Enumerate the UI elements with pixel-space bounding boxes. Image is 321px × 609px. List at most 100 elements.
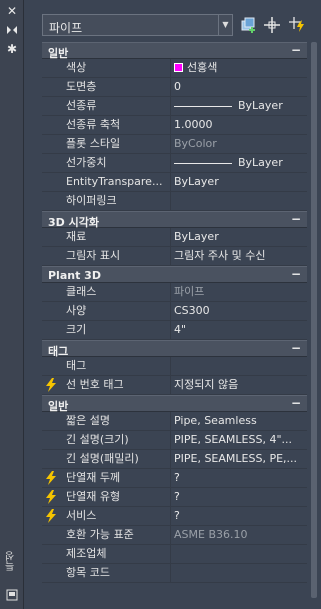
property-value[interactable]: CS300 bbox=[172, 302, 307, 320]
property-row[interactable]: 하이퍼링크 bbox=[42, 192, 307, 211]
property-value[interactable]: 지정되지 않음 bbox=[172, 376, 307, 394]
row-gutter bbox=[42, 154, 64, 172]
section-header[interactable]: 3D 시각화 − bbox=[42, 211, 307, 229]
property-value[interactable]: ByLayer bbox=[172, 154, 307, 172]
property-row[interactable]: 선가중치 ByLayer bbox=[42, 154, 307, 173]
property-value[interactable]: ByLayer bbox=[172, 97, 307, 115]
property-value-text: PIPE, SEAMLESS, PE,... bbox=[174, 452, 298, 465]
section-header[interactable]: Plant 3D − bbox=[42, 266, 307, 283]
property-value[interactable]: ASME B36.10 bbox=[172, 526, 307, 544]
property-value-text: ASME B36.10 bbox=[174, 528, 248, 541]
property-row[interactable]: 그림자 표시 그림자 주사 및 수신 bbox=[42, 247, 307, 266]
scrollbar[interactable] bbox=[309, 42, 319, 598]
scrollbar-thumb[interactable] bbox=[311, 42, 317, 598]
property-row[interactable]: 선종류 축척 1.0000 bbox=[42, 116, 307, 135]
property-value-text: 0 bbox=[174, 80, 181, 93]
property-value[interactable]: ByLayer bbox=[172, 173, 307, 191]
property-row[interactable]: 단열재 두께? bbox=[42, 469, 307, 488]
property-row[interactable]: 크기 4" bbox=[42, 321, 307, 340]
property-value-text: Pipe, Seamless bbox=[174, 414, 257, 427]
property-value[interactable]: ? bbox=[172, 469, 307, 487]
collapse-icon[interactable]: − bbox=[291, 43, 301, 57]
property-value[interactable]: Pipe, Seamless bbox=[172, 412, 307, 430]
section-header[interactable]: 일반 − bbox=[42, 42, 307, 60]
property-row[interactable]: 클래스 파이프 bbox=[42, 283, 307, 302]
row-gutter bbox=[42, 116, 64, 134]
property-value[interactable]: 그림자 주사 및 수신 bbox=[172, 247, 307, 265]
property-row[interactable]: 도면층 0 bbox=[42, 78, 307, 97]
panel-icon[interactable] bbox=[5, 589, 19, 603]
quick-select-icon[interactable] bbox=[288, 16, 306, 34]
property-row[interactable]: 선종류 ByLayer bbox=[42, 97, 307, 116]
row-gutter bbox=[42, 507, 64, 525]
property-value-text: ByLayer bbox=[238, 99, 283, 112]
add-to-selection-icon[interactable] bbox=[240, 16, 258, 34]
property-label: 서비스 bbox=[66, 507, 171, 525]
row-gutter bbox=[42, 412, 64, 430]
property-value[interactable]: 선홍색 bbox=[172, 59, 307, 77]
property-row[interactable]: 긴 설명(패밀리) PIPE, SEAMLESS, PE,... bbox=[42, 450, 307, 469]
property-value[interactable] bbox=[172, 357, 307, 375]
property-row[interactable]: 선 번호 태그 지정되지 않음 bbox=[42, 376, 307, 395]
section-header[interactable]: 태그 − bbox=[42, 340, 307, 358]
lightning-bolt-icon bbox=[44, 471, 58, 485]
property-row[interactable]: 색상 선홍색 bbox=[42, 59, 307, 78]
property-label: 호환 가능 표준 bbox=[66, 526, 171, 544]
property-row[interactable]: EntityTranspare... ByLayer bbox=[42, 173, 307, 192]
property-value[interactable] bbox=[172, 545, 307, 563]
property-row[interactable]: 플롯 스타일 ByColor bbox=[42, 135, 307, 154]
linetype-preview bbox=[174, 162, 232, 164]
properties-panel: 파이프 ▼ 일반 − 색상 선홍색 도면층 0 선종류 ByLayer 선종류 축척 1.0000… bbox=[24, 0, 321, 609]
property-value[interactable]: 4" bbox=[172, 321, 307, 339]
property-row[interactable]: 긴 설명(크기) PIPE, SEAMLESS, 4"... bbox=[42, 431, 307, 450]
row-gutter bbox=[42, 469, 64, 487]
property-value-text: 4" bbox=[174, 323, 187, 336]
property-label: 재료 bbox=[66, 228, 171, 246]
selection-dropdown[interactable]: 파이프 ▼ bbox=[42, 14, 233, 36]
property-row[interactable]: 호환 가능 표준 ASME B36.10 bbox=[42, 526, 307, 545]
property-value[interactable] bbox=[172, 564, 307, 582]
row-gutter bbox=[42, 450, 64, 468]
property-row[interactable]: 태그 bbox=[42, 357, 307, 376]
close-icon[interactable]: ✕ bbox=[5, 4, 19, 18]
property-value[interactable]: ByColor bbox=[172, 135, 307, 153]
row-gutter bbox=[42, 431, 64, 449]
collapse-icon[interactable]: − bbox=[291, 396, 301, 410]
property-value[interactable]: ? bbox=[172, 507, 307, 525]
property-row[interactable]: 항목 코드 bbox=[42, 564, 307, 583]
property-label: 긴 설명(크기) bbox=[66, 431, 171, 449]
section-header[interactable]: 일반 − bbox=[42, 395, 307, 413]
property-value[interactable]: PIPE, SEAMLESS, 4"... bbox=[172, 431, 307, 449]
property-value[interactable]: 파이프 bbox=[172, 283, 307, 301]
property-value[interactable]: 0 bbox=[172, 78, 307, 96]
property-row[interactable]: 단열재 유형? bbox=[42, 488, 307, 507]
collapse-icon[interactable]: − bbox=[291, 341, 301, 355]
property-row[interactable]: 재료 ByLayer bbox=[42, 228, 307, 247]
collapse-icon[interactable]: − bbox=[291, 267, 301, 281]
select-objects-icon[interactable] bbox=[263, 16, 281, 34]
row-gutter bbox=[42, 173, 64, 191]
selection-toolbar: 파이프 ▼ bbox=[42, 14, 312, 36]
chevron-down-icon[interactable]: ▼ bbox=[218, 15, 232, 35]
collapse-arrows-icon[interactable] bbox=[5, 24, 19, 38]
property-row[interactable]: 사양 CS300 bbox=[42, 302, 307, 321]
property-label: 제조업체 bbox=[66, 545, 171, 563]
property-row[interactable]: 서비스? bbox=[42, 507, 307, 526]
property-value[interactable]: ? bbox=[172, 488, 307, 506]
gear-icon[interactable]: ✱ bbox=[5, 42, 19, 56]
color-swatch bbox=[174, 63, 183, 72]
property-value[interactable] bbox=[172, 192, 307, 210]
property-value-text: PIPE, SEAMLESS, 4"... bbox=[174, 433, 292, 446]
property-value-text: 그림자 주사 및 수신 bbox=[174, 249, 266, 262]
property-value[interactable]: ByLayer bbox=[172, 228, 307, 246]
collapse-icon[interactable]: − bbox=[291, 212, 301, 226]
property-value-text: ByLayer bbox=[174, 230, 219, 243]
property-label: 긴 설명(패밀리) bbox=[66, 450, 171, 468]
property-value[interactable]: PIPE, SEAMLESS, PE,... bbox=[172, 450, 307, 468]
row-gutter bbox=[42, 135, 64, 153]
property-value-text: 파이프 bbox=[174, 285, 205, 298]
property-label: 단열재 두께 bbox=[66, 469, 171, 487]
property-value[interactable]: 1.0000 bbox=[172, 116, 307, 134]
property-row[interactable]: 짧은 설명 Pipe, Seamless bbox=[42, 412, 307, 431]
property-row[interactable]: 제조업체 bbox=[42, 545, 307, 564]
